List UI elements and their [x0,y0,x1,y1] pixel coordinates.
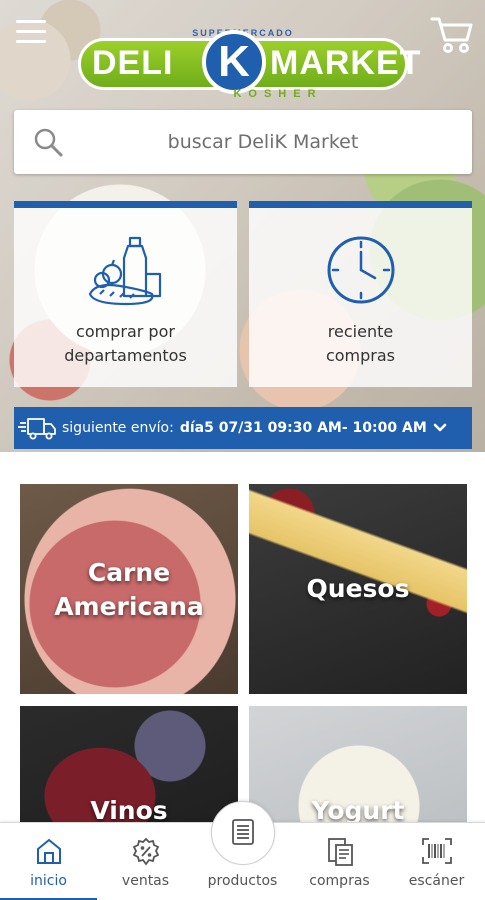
category-grid: Carne Americana Quesos Vinos Yogurt [0,452,485,822]
category-yogurt[interactable]: Yogurt [249,706,467,822]
nav-inicio[interactable]: inicio [0,823,97,900]
search-bar[interactable]: buscar DeliK Market [14,110,472,174]
category-label: Yogurt [311,796,405,822]
nav-label: escáner [408,873,465,889]
receipt-icon [327,838,353,866]
nav-productos[interactable]: productos [194,819,291,900]
search-placeholder[interactable]: buscar DeliK Market [74,110,452,174]
category-quesos[interactable]: Quesos [249,484,467,694]
groceries-icon [88,236,161,306]
nav-label: inicio [30,873,67,889]
category-label: Quesos [306,574,410,603]
search-icon [34,128,63,157]
category-carne-americana[interactable]: Carne Americana [20,484,238,694]
nav-ventas[interactable]: ventas [97,823,194,900]
logo-k-badge: K [202,30,266,94]
delik-market-logo: SUPERMERCADO DELI K MARKET KOSHER [78,28,420,100]
recent-purchases-tile[interactable]: reciente compras [249,201,472,387]
nav-escaner[interactable]: escáner [388,823,485,900]
tile-label-line2: compras [325,346,396,365]
category-vinos[interactable]: Vinos [20,706,238,822]
nav-compras[interactable]: compras [291,823,388,900]
nav-label: compras [309,873,370,889]
bottom-navigation: inicio ventas productos compras escáner [0,801,485,900]
shop-by-department-tile[interactable]: comprar por departamentos [14,201,237,387]
category-label: Vinos [90,796,168,822]
list-icon [231,819,254,845]
home-icon [36,838,61,864]
next-delivery-bar[interactable]: siguiente envío: día5 07/31 09:30 AM- 10… [14,407,472,449]
logo-market-text: MARKET [270,44,422,82]
chevron-down-icon [433,423,447,432]
barcode-scanner-icon [421,838,452,864]
next-delivery-value: día5 07/31 09:30 AM- 10:00 AM [179,420,427,436]
menu-icon[interactable] [16,20,46,46]
logo-kosher-text: KOSHER [233,88,323,100]
logo-deli-text: DELI [92,44,174,82]
delivery-truck-icon [14,407,62,449]
tile-label-line1: reciente [327,322,394,341]
shopping-cart-icon[interactable] [429,12,475,56]
nav-label: productos [207,873,278,889]
percent-badge-icon [132,837,159,866]
tile-label-line1: comprar por [76,322,175,341]
next-delivery-label: siguiente envío: [62,420,174,436]
category-label-line1: Carne [87,558,171,587]
nav-label: ventas [121,873,170,889]
clock-icon [327,236,394,304]
hero-background: SUPERMERCADO DELI K MARKET KOSHER buscar… [0,0,485,452]
tile-label-line2: departamentos [64,346,187,365]
category-label-line2: Americana [54,592,204,621]
